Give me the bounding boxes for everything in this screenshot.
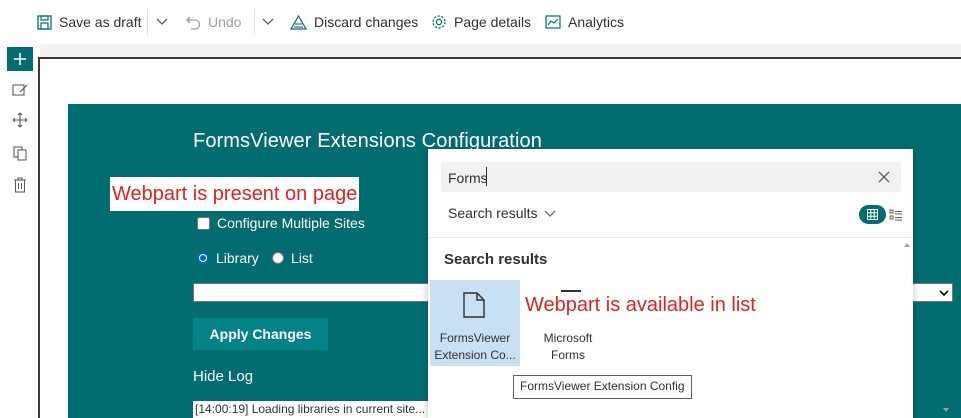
analytics-button[interactable]: Analytics <box>545 12 624 32</box>
edit-icon <box>12 84 28 96</box>
delete-icon <box>14 177 26 193</box>
edit-section-button[interactable] <box>10 80 30 100</box>
radio-button-selected[interactable] <box>197 252 209 264</box>
section-toolbar <box>0 44 40 418</box>
save-icon <box>37 14 52 30</box>
move-icon <box>12 112 28 128</box>
library-radio[interactable]: Library <box>197 250 259 266</box>
close-icon[interactable] <box>876 169 892 185</box>
save-as-draft-button[interactable]: Save as draft <box>37 12 142 32</box>
page-details-label: Page details <box>454 14 532 30</box>
library-radio-label: Library <box>216 250 259 266</box>
add-icon <box>14 53 26 65</box>
duplicate-section-button[interactable] <box>10 143 30 163</box>
annotation-webpart-available: Webpart is available in list <box>525 294 756 316</box>
move-section-button[interactable] <box>10 110 30 130</box>
configure-multiple-sites-checkbox[interactable]: Configure Multiple Sites <box>197 215 365 231</box>
grid-view-button[interactable] <box>859 205 886 224</box>
checkbox-box[interactable] <box>197 216 210 230</box>
hide-log-link[interactable]: Hide Log <box>193 368 253 385</box>
scroll-down-arrow[interactable] <box>940 404 952 416</box>
toolbar-divider <box>254 9 255 35</box>
toolbar-divider <box>147 9 148 35</box>
toolbox-search-input[interactable] <box>441 162 901 192</box>
apply-changes-button[interactable]: Apply Changes <box>193 318 328 350</box>
save-as-draft-label: Save as draft <box>59 14 142 30</box>
tile-tooltip: FormsViewer Extension Config <box>513 375 692 399</box>
library-select-dropdown[interactable] <box>911 283 953 302</box>
section-border <box>38 57 40 418</box>
log-output: [14:00:19] Loading libraries in current … <box>193 401 433 418</box>
undo-button[interactable]: Undo <box>186 12 241 32</box>
search-results-dropdown[interactable]: Search results <box>448 205 556 221</box>
tile-label-line: FormsViewer <box>439 331 511 345</box>
add-section-button[interactable] <box>7 47 33 71</box>
tile-label-line: Microsoft <box>543 331 593 345</box>
list-view-icon[interactable] <box>889 208 903 222</box>
toolbox-item-microsoft-forms[interactable]: Microsoft Forms <box>523 330 613 364</box>
tile-label-line: Forms <box>551 348 585 362</box>
annotation-webpart-present: Webpart is present on page <box>110 177 360 211</box>
search-results-heading: Search results <box>444 251 548 268</box>
tile-label-line: Extension Co... <box>434 348 516 362</box>
checkbox-label: Configure Multiple Sites <box>217 215 365 231</box>
grid-view-icon <box>867 209 878 220</box>
toolbox-item-formsviewer-label: FormsViewer Extension Co... <box>430 330 520 364</box>
command-bar: Save as draft Undo Discard changes Page … <box>0 0 961 44</box>
duplicate-icon <box>13 146 27 161</box>
chevron-down-icon <box>545 210 556 217</box>
undo-icon <box>186 16 201 30</box>
gear-icon <box>432 15 446 29</box>
library-select[interactable] <box>193 283 433 302</box>
undo-label: Undo <box>208 14 242 30</box>
text-cursor <box>486 167 487 186</box>
microsoft-forms-icon <box>561 290 581 292</box>
chevron-down-icon[interactable] <box>261 14 275 28</box>
delete-section-button[interactable] <box>10 175 30 195</box>
list-radio[interactable]: List <box>272 250 313 266</box>
panel-scrollbar[interactable] <box>901 238 913 418</box>
search-value: Forms <box>448 170 488 186</box>
chevron-down-icon[interactable] <box>155 14 169 28</box>
panel-divider <box>428 237 913 238</box>
document-icon <box>463 292 485 318</box>
discard-changes-label: Discard changes <box>314 14 419 30</box>
discard-changes-button[interactable]: Discard changes <box>290 12 418 32</box>
search-results-dropdown-label: Search results <box>448 205 538 221</box>
section-border <box>40 57 961 59</box>
chevron-down-icon <box>939 289 949 296</box>
analytics-icon <box>545 14 561 29</box>
page-details-button[interactable]: Page details <box>431 12 531 32</box>
list-radio-label: List <box>291 250 313 266</box>
analytics-label: Analytics <box>568 14 625 30</box>
radio-button[interactable] <box>272 252 284 264</box>
discard-icon <box>290 14 307 30</box>
